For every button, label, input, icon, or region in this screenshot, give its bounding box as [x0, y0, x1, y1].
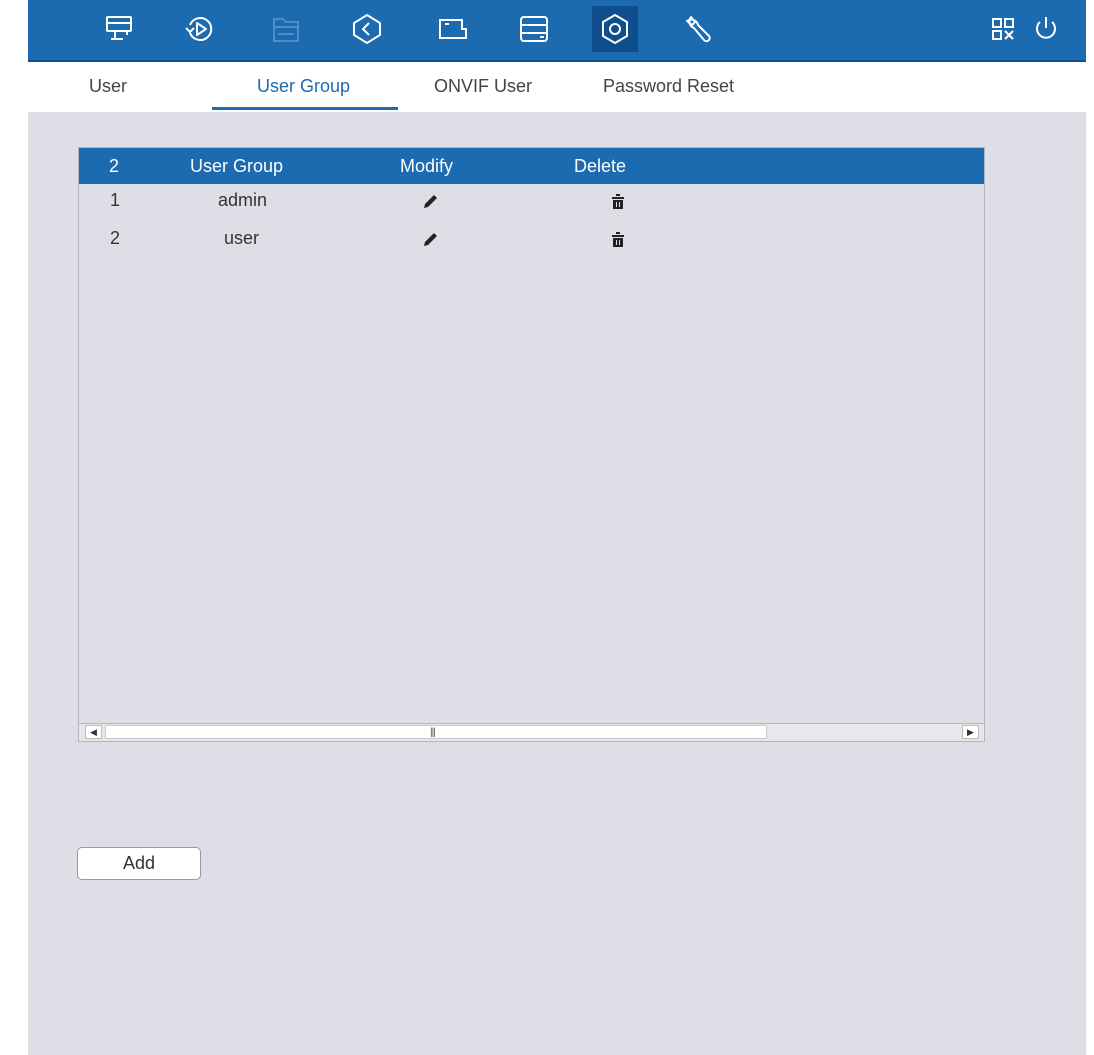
row-index: 1 — [110, 190, 121, 210]
tab-user[interactable]: User — [89, 76, 127, 97]
camera-icon[interactable] — [430, 6, 476, 52]
table-row[interactable]: 1 admin — [79, 184, 984, 222]
scroll-left-arrow-icon[interactable]: ◀ — [85, 725, 102, 739]
table-header: 2 User Group Modify Delete — [79, 148, 984, 184]
row-group-name: user — [224, 228, 260, 248]
settings-gear-icon[interactable] — [592, 6, 638, 52]
power-icon[interactable] — [1023, 6, 1069, 52]
user-group-table: 2 User Group Modify Delete 1 admin 2 use… — [78, 147, 985, 742]
pencil-icon[interactable] — [419, 229, 441, 256]
header-modify: Modify — [400, 156, 454, 176]
trash-icon[interactable] — [608, 191, 628, 218]
scroll-right-arrow-icon[interactable]: ▶ — [962, 725, 979, 739]
horizontal-scrollbar[interactable]: ◀ ||| ▶ — [79, 723, 984, 741]
tab-user-group[interactable]: User Group — [257, 76, 350, 97]
content-panel: 2 User Group Modify Delete 1 admin 2 use… — [28, 112, 1086, 1055]
row-index: 2 — [110, 228, 121, 248]
add-button[interactable]: Add — [77, 847, 201, 880]
header-count: 2 — [109, 156, 120, 176]
maintenance-wrench-icon[interactable] — [676, 6, 722, 52]
row-group-name: admin — [218, 190, 268, 210]
tab-password-reset[interactable]: Password Reset — [603, 76, 734, 97]
trash-icon[interactable] — [608, 229, 628, 256]
tab-onvif-user[interactable]: ONVIF User — [434, 76, 532, 97]
nvr-app: User User Group ONVIF User Password Rese… — [28, 0, 1086, 1055]
scrollbar-grip-icon: ||| — [430, 727, 436, 738]
header-user-group: User Group — [190, 156, 284, 176]
smart-search-icon[interactable] — [344, 6, 390, 52]
qr-code-icon[interactable] — [980, 6, 1026, 52]
header-delete: Delete — [574, 156, 627, 176]
file-search-icon — [263, 6, 309, 52]
live-view-icon[interactable] — [96, 6, 142, 52]
top-navigation-bar — [28, 0, 1086, 62]
active-tab-indicator — [212, 107, 398, 110]
playback-icon[interactable] — [177, 6, 223, 52]
storage-icon[interactable] — [511, 6, 557, 52]
sub-tab-bar: User User Group ONVIF User Password Rese… — [28, 62, 1086, 112]
pencil-icon[interactable] — [419, 191, 441, 218]
scrollbar-thumb[interactable]: ||| — [105, 725, 767, 739]
table-row[interactable]: 2 user — [79, 222, 984, 260]
